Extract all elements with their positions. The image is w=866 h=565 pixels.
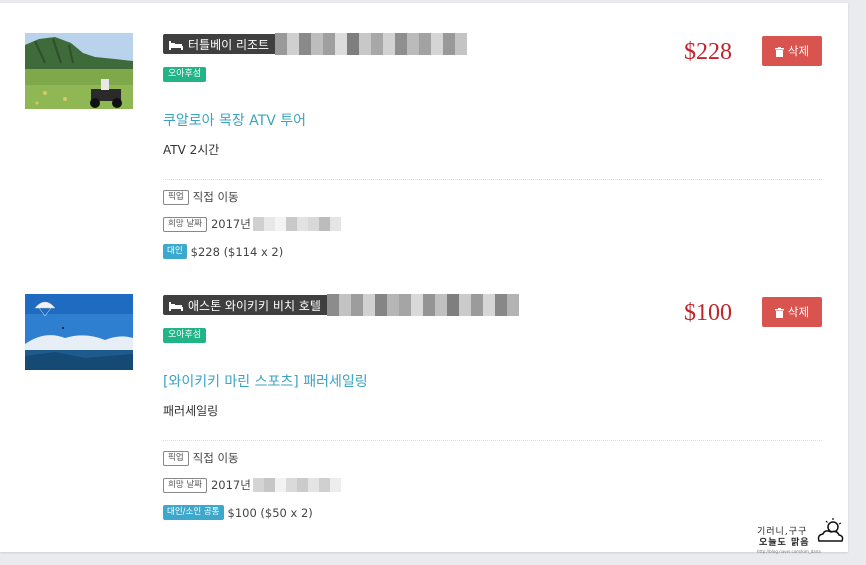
hotel-label: 터틀베이 리조트 [163,33,468,55]
item-price: $100 [684,300,732,326]
item-price: $228 [684,39,732,65]
date-label: 희망 날짜 [163,216,207,232]
redacted-hotel-detail [275,33,468,55]
redacted-hotel-detail [326,294,519,316]
product-option: 패러세일링 [163,404,219,418]
delete-button[interactable]: 삭제 [762,36,822,66]
pax-value: $100 ($50 x 2) [227,505,313,520]
divider [163,440,822,441]
delete-label: 삭제 [787,44,810,58]
redacted-date [252,217,341,231]
pax-row: 대인 $228 ($114 x 2) [163,244,283,259]
pickup-label: 픽업 [163,450,189,466]
pickup-row: 픽업 직접 이동 [163,450,239,466]
delete-label: 삭제 [787,305,810,319]
pax-label: 대인/소인 공통 [163,505,224,520]
bed-icon [169,39,183,50]
product-title-link[interactable]: [와이키키 마린 스포츠] 패러세일링 [163,371,368,391]
pax-row: 대인/소인 공통 $100 ($50 x 2) [163,505,313,520]
hotel-name: 애스톤 와이키키 비치 호텔 [188,298,321,313]
product-title-link[interactable]: 쿠알로아 목장 ATV 투어 [163,110,306,130]
blog-watermark: 기러니,구구 오늘도 맑음 http://blog.naver.com/kim_… [757,517,847,557]
date-value: 2017년 [210,217,251,231]
product-option: ATV 2시간 [163,143,220,157]
trash-icon [774,46,784,57]
date-label: 희망 날짜 [163,477,207,493]
pickup-value: 직접 이동 [192,190,239,204]
region-tag: 오아후섬 [163,328,207,343]
region-tag: 오아후섬 [163,67,207,82]
date-row: 희망 날짜 2017년 [163,477,341,493]
pax-label: 대인 [163,244,187,259]
date-row: 희망 날짜 2017년 [163,216,341,232]
hotel-badge: 터틀베이 리조트 [163,34,276,54]
hotel-badge: 애스톤 와이키키 비치 호텔 [163,295,327,315]
redacted-date [252,478,341,492]
parasailing-thumbnail[interactable] [25,294,133,370]
divider [163,179,822,180]
trash-icon [774,307,784,318]
bed-icon [169,300,183,311]
atv-tour-thumbnail[interactable] [25,33,133,109]
hotel-name: 터틀베이 리조트 [188,37,270,52]
hotel-label: 애스톤 와이키키 비치 호텔 [163,294,519,316]
cart-panel: 터틀베이 리조트 오아후섬 쿠알로아 목장 ATV 투어 ATV 2시간 픽업 … [0,3,848,552]
atv-ranch-image [25,33,133,109]
parasailing-image [25,294,133,370]
pickup-row: 픽업 직접 이동 [163,189,239,205]
watermark-url: http://blog.naver.com/kim_dana [757,549,821,554]
pickup-value: 직접 이동 [192,451,239,465]
date-value: 2017년 [210,478,251,492]
sun-cloud-icon [817,518,844,542]
delete-button[interactable]: 삭제 [762,297,822,327]
watermark-line2: 오늘도 맑음 [759,538,810,548]
pickup-label: 픽업 [163,189,189,205]
pax-value: $228 ($114 x 2) [190,244,284,259]
